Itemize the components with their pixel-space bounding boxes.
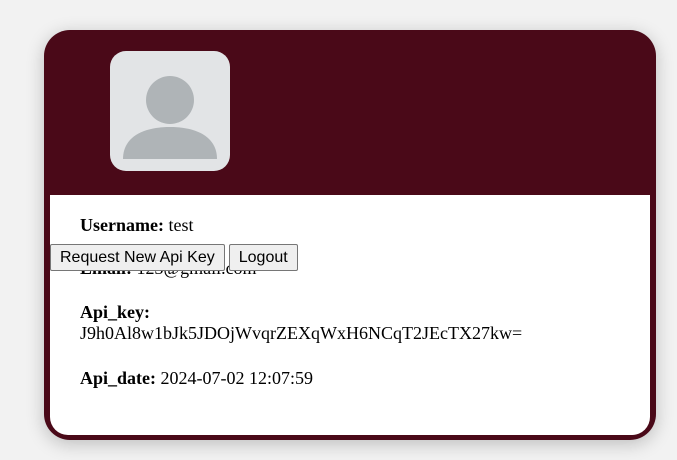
request-new-api-key-button[interactable]: Request New Api Key xyxy=(50,244,225,271)
api-key-value: J9h0Al8w1bJk5JDOjWvqrZEXqWxH6NCqT2JEcTX2… xyxy=(80,323,523,343)
username-value: test xyxy=(168,215,194,235)
api-date-value: 2024-07-02 12:07:59 xyxy=(160,368,314,388)
profile-card: Username: test Email: 123@gmail.com Api_… xyxy=(44,30,656,440)
api-date-row: Api_date: 2024-07-02 12:07:59 xyxy=(80,368,313,389)
username-label: Username: xyxy=(80,215,164,235)
user-silhouette-icon xyxy=(123,76,217,159)
username-row: Username: test xyxy=(80,215,193,236)
api-key-row: Api_key: J9h0Al8w1bJk5JDOjWvqrZEXqWxH6NC… xyxy=(80,302,522,344)
logout-button[interactable]: Logout xyxy=(228,244,298,271)
api-date-label: Api_date: xyxy=(80,368,156,388)
avatar xyxy=(110,51,230,171)
profile-info-panel: Username: test Email: 123@gmail.com Api_… xyxy=(50,195,650,435)
api-key-label: Api_key: xyxy=(80,302,151,322)
action-buttons: Request New Api Key Logout xyxy=(50,244,298,271)
